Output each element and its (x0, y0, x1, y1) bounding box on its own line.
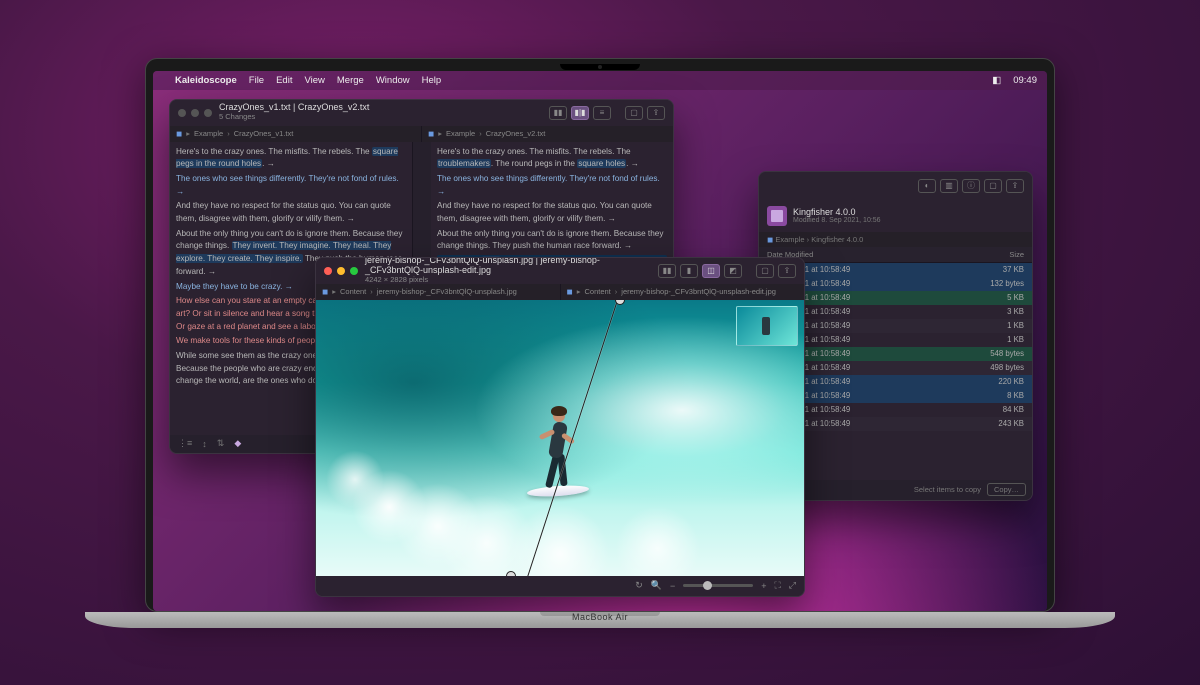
toggle-appearance-icon[interactable]: ◐ (918, 179, 936, 193)
view-split-icon[interactable]: ◫ (702, 264, 720, 278)
files-subtitle: Modified 8. Sep 2021, 10:56 (793, 217, 881, 224)
desktop-screen: Kaleidoscope File Edit View Merge Window… (153, 71, 1047, 611)
breadcrumb-file[interactable]: jeremy-bishop-_CFv3bntQlQ-unsplash-edit.… (621, 287, 776, 296)
share-icon[interactable]: ⇪ (647, 106, 665, 120)
diff-line[interactable]: Here's to the crazy ones. The misfits. T… (176, 146, 406, 171)
diff-line[interactable]: About the only thing you can't do is ign… (437, 228, 667, 253)
folder-icon: ▸ (186, 129, 190, 138)
diff-line[interactable]: Here's to the crazy ones. The misfits. T… (437, 146, 667, 171)
image-compare-canvas[interactable] (316, 300, 804, 576)
close-button[interactable] (178, 109, 186, 117)
copy-button[interactable]: Copy… (987, 483, 1026, 496)
filter-color-icon[interactable]: ◆ (234, 438, 241, 449)
diff-line[interactable]: The ones who see things differently. The… (176, 173, 406, 198)
menu-help[interactable]: Help (422, 75, 442, 86)
macbook-label: MacBook Air (572, 612, 628, 622)
view-unified-icon[interactable]: ≡ (593, 106, 611, 120)
image-window-footer: ↻ 🔍 − + ⛶ ⤢ (316, 576, 804, 596)
image-diff-window: jeremy-bishop-_CFv3bntQlQ-unsplash.jpg |… (315, 257, 805, 597)
view-difference-icon[interactable]: ◩ (724, 264, 742, 278)
side-indicator-a: ◼ (176, 129, 182, 138)
breadcrumb-file[interactable]: CrazyOnes_v2.txt (486, 129, 546, 138)
rotate-icon[interactable]: ↻ (635, 580, 643, 591)
files-window-titlebar[interactable]: ◐ ▥ ⓘ ▢ ⇪ (759, 172, 1032, 200)
breadcrumb-file[interactable]: jeremy-bishop-_CFv3bntQlQ-unsplash.jpg (377, 287, 517, 296)
filter-changed-icon[interactable]: ↕ (202, 439, 207, 449)
view-oneup-icon[interactable]: ▮ (680, 264, 698, 278)
zoom-slider[interactable] (683, 584, 753, 587)
fullscreen-icon[interactable]: ⤢ (789, 580, 796, 591)
diff-line[interactable]: And they have no respect for the status … (176, 200, 406, 225)
text-path-bar: ◼ ▸ Example › CrazyOnes_v1.txt ◼ ▸ Examp… (170, 126, 673, 142)
share-icon[interactable]: ⇪ (778, 264, 796, 278)
text-window-titlebar[interactable]: CrazyOnes_v1.txt | CrazyOnes_v2.txt 5 Ch… (170, 100, 673, 126)
fullscreen-button[interactable] (350, 267, 358, 275)
breadcrumb[interactable]: Content (585, 287, 611, 296)
menubar-clock[interactable]: 09:49 (1013, 75, 1037, 86)
breadcrumb[interactable]: Kingfisher 4.0.0 (811, 235, 863, 244)
minimize-button[interactable] (191, 109, 199, 117)
filter-conflict-icon[interactable]: ⇅ (217, 438, 225, 449)
minimize-button[interactable] (337, 267, 345, 275)
fullscreen-button[interactable] (204, 109, 212, 117)
macos-menubar: Kaleidoscope File Edit View Merge Window… (153, 71, 1047, 90)
camera-notch (560, 64, 640, 70)
side-indicator-b: ◼ (567, 287, 573, 296)
surfer-figure (531, 404, 591, 514)
side-indicator-b: ◼ (428, 129, 434, 138)
breadcrumb[interactable]: Example (775, 235, 804, 244)
info-icon[interactable]: ⓘ (962, 179, 980, 193)
menu-edit[interactable]: Edit (276, 75, 292, 86)
app-name[interactable]: Kaleidoscope (175, 75, 237, 86)
side-indicator-a: ◼ (322, 287, 328, 296)
menu-window[interactable]: Window (376, 75, 410, 86)
filter-all-icon[interactable]: ⋮≡ (178, 438, 192, 449)
footer-hint: Select items to copy (914, 485, 981, 494)
sidebar-icon[interactable]: ▢ (756, 264, 774, 278)
window-title: jeremy-bishop-_CFv3bntQlQ-unsplash.jpg |… (365, 257, 651, 277)
diff-line[interactable]: The ones who see things differently. The… (437, 173, 667, 198)
side-indicator-a: ◼ (767, 235, 773, 244)
breadcrumb-file[interactable]: CrazyOnes_v1.txt (234, 129, 294, 138)
zoom-out[interactable]: − (670, 581, 675, 591)
window-subtitle: 5 Changes (219, 113, 369, 121)
image-path-bar: ◼ ▸ Content › jeremy-bishop-_CFv3bntQlQ-… (316, 284, 804, 300)
control-center-icon[interactable]: ◧ (992, 75, 1001, 86)
zoom-in[interactable]: + (761, 581, 766, 591)
macbook-frame: Kaleidoscope File Edit View Merge Window… (145, 58, 1055, 628)
columns-icon[interactable]: ▥ (940, 179, 958, 193)
sidebar-icon[interactable]: ▢ (625, 106, 643, 120)
files-title: Kingfisher 4.0.0 (793, 207, 881, 217)
view-twoup-icon[interactable]: ▮▮ (658, 264, 676, 278)
navigator-thumbnail[interactable] (736, 306, 798, 346)
diff-line[interactable]: And they have no respect for the status … (437, 200, 667, 225)
folderset-icon (767, 206, 787, 226)
breadcrumb[interactable]: Example (194, 129, 223, 138)
breadcrumb[interactable]: Content (340, 287, 366, 296)
image-window-titlebar[interactable]: jeremy-bishop-_CFv3bntQlQ-unsplash.jpg |… (316, 258, 804, 284)
menu-file[interactable]: File (249, 75, 264, 86)
view-blocks-icon[interactable]: ▮▮ (549, 106, 567, 120)
folder-icon: ▸ (438, 129, 442, 138)
close-button[interactable] (324, 267, 332, 275)
menu-merge[interactable]: Merge (337, 75, 364, 86)
col-size[interactable]: Size (974, 250, 1024, 259)
sidebar-icon[interactable]: ▢ (984, 179, 1002, 193)
menu-view[interactable]: View (304, 75, 324, 86)
view-fluid-icon[interactable]: ▮|▮ (571, 106, 589, 120)
breadcrumb[interactable]: Example (446, 129, 475, 138)
share-icon[interactable]: ⇪ (1006, 179, 1024, 193)
zoom-icon[interactable]: 🔍 (651, 580, 662, 591)
fit-icon[interactable]: ⛶ (774, 580, 780, 591)
